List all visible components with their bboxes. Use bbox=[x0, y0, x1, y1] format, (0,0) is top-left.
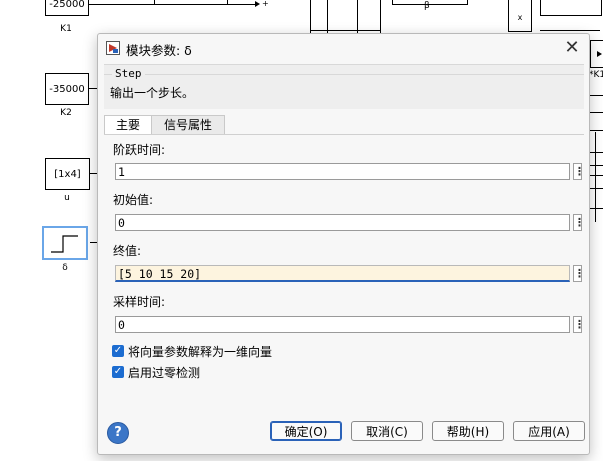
wire bbox=[357, 0, 358, 33]
help-icon[interactable]: ? bbox=[107, 422, 129, 444]
description-group: Step 输出一个步长。 bbox=[104, 64, 584, 109]
wire bbox=[540, 30, 600, 31]
dialog-titlebar[interactable]: 模块参数: δ ✕ bbox=[98, 34, 589, 62]
block-parameters-icon bbox=[106, 41, 120, 55]
kebab-icon[interactable]: ⋮ bbox=[573, 214, 585, 231]
description-group-title: Step bbox=[112, 67, 145, 80]
beta-block[interactable] bbox=[392, 0, 468, 5]
wire bbox=[327, 0, 328, 33]
help-button[interactable]: 帮助(H) bbox=[432, 421, 504, 441]
block-name: u bbox=[64, 193, 70, 203]
wire bbox=[595, 132, 596, 222]
wire bbox=[87, 4, 257, 5]
close-icon[interactable]: ✕ bbox=[561, 37, 583, 59]
wire bbox=[227, 0, 228, 4]
step-icon bbox=[51, 235, 78, 253]
group-divider bbox=[104, 74, 584, 75]
step-time-label: 阶跃时间: bbox=[113, 143, 166, 157]
final-value-label: 终值: bbox=[113, 244, 142, 258]
wire bbox=[310, 30, 380, 31]
tab-panel-main: 阶跃时间: 1 ⋮ 初始值: 0 ⋮ 终值: [5 10 15 20] ⋮ 采样… bbox=[104, 134, 585, 403]
wire bbox=[588, 130, 603, 131]
interpret-vector-checkbox[interactable]: ✓ bbox=[112, 345, 124, 357]
step-block-delta[interactable] bbox=[42, 226, 88, 260]
beta-label: β bbox=[424, 1, 430, 11]
sample-time-field[interactable]: 0 bbox=[115, 316, 570, 333]
k1-right-label: *K1 bbox=[589, 70, 603, 80]
step-time-field[interactable]: 1 bbox=[115, 163, 570, 180]
gain-block-k2[interactable]: -35000 bbox=[45, 73, 89, 105]
gain-block-k1[interactable]: -25000 bbox=[45, 0, 89, 16]
tab-bar: 主要 信号属性 bbox=[104, 115, 584, 135]
sample-time-label: 采样时间: bbox=[113, 295, 166, 309]
zero-crossing-checkbox[interactable]: ✓ bbox=[112, 366, 124, 378]
kebab-icon[interactable]: ⋮ bbox=[573, 265, 585, 282]
tab-signal-attributes[interactable]: 信号属性 bbox=[151, 115, 225, 135]
constant-block-u[interactable]: [1x4] bbox=[45, 158, 90, 190]
wire bbox=[154, 0, 155, 4]
kebab-icon[interactable]: ⋮ bbox=[573, 316, 585, 333]
wire bbox=[310, 0, 311, 33]
block-name: K1 bbox=[60, 24, 72, 34]
block-name: K2 bbox=[60, 108, 72, 118]
zero-crossing-label: 启用过零检测 bbox=[128, 366, 201, 380]
ok-button[interactable]: 确定(O) bbox=[270, 421, 342, 441]
description-text: 输出一个步长。 bbox=[110, 86, 195, 100]
initial-value-field[interactable]: 0 bbox=[115, 214, 570, 231]
wire bbox=[380, 0, 381, 33]
plus-sign: + bbox=[262, 0, 269, 8]
arrow-head-icon bbox=[597, 51, 602, 57]
wire bbox=[588, 95, 603, 96]
interpret-vector-label: 将向量参数解释为一维向量 bbox=[128, 345, 273, 359]
multiply-block[interactable]: x bbox=[508, 0, 532, 32]
dialog-title: 模块参数: δ bbox=[126, 43, 192, 58]
apply-button[interactable]: 应用(A) bbox=[513, 421, 585, 441]
block-value: -35000 bbox=[49, 83, 85, 95]
block-parameters-dialog[interactable]: 模块参数: δ ✕ Step 输出一个步长。 主要 信号属性 阶跃时间: 1 ⋮… bbox=[97, 33, 590, 455]
arrow-head-icon bbox=[255, 1, 260, 7]
final-value-field[interactable]: [5 10 15 20] bbox=[115, 265, 570, 282]
right-block[interactable] bbox=[540, 0, 602, 16]
wire bbox=[588, 112, 603, 113]
block-value: -25000 bbox=[49, 0, 85, 10]
x-label: x bbox=[517, 12, 523, 22]
cancel-button[interactable]: 取消(C) bbox=[351, 421, 423, 441]
block-name: δ bbox=[62, 263, 68, 273]
tab-main[interactable]: 主要 bbox=[104, 115, 152, 135]
kebab-icon[interactable]: ⋮ bbox=[573, 163, 585, 180]
initial-value-label: 初始值: bbox=[113, 193, 154, 207]
block-value: [1x4] bbox=[54, 168, 81, 180]
